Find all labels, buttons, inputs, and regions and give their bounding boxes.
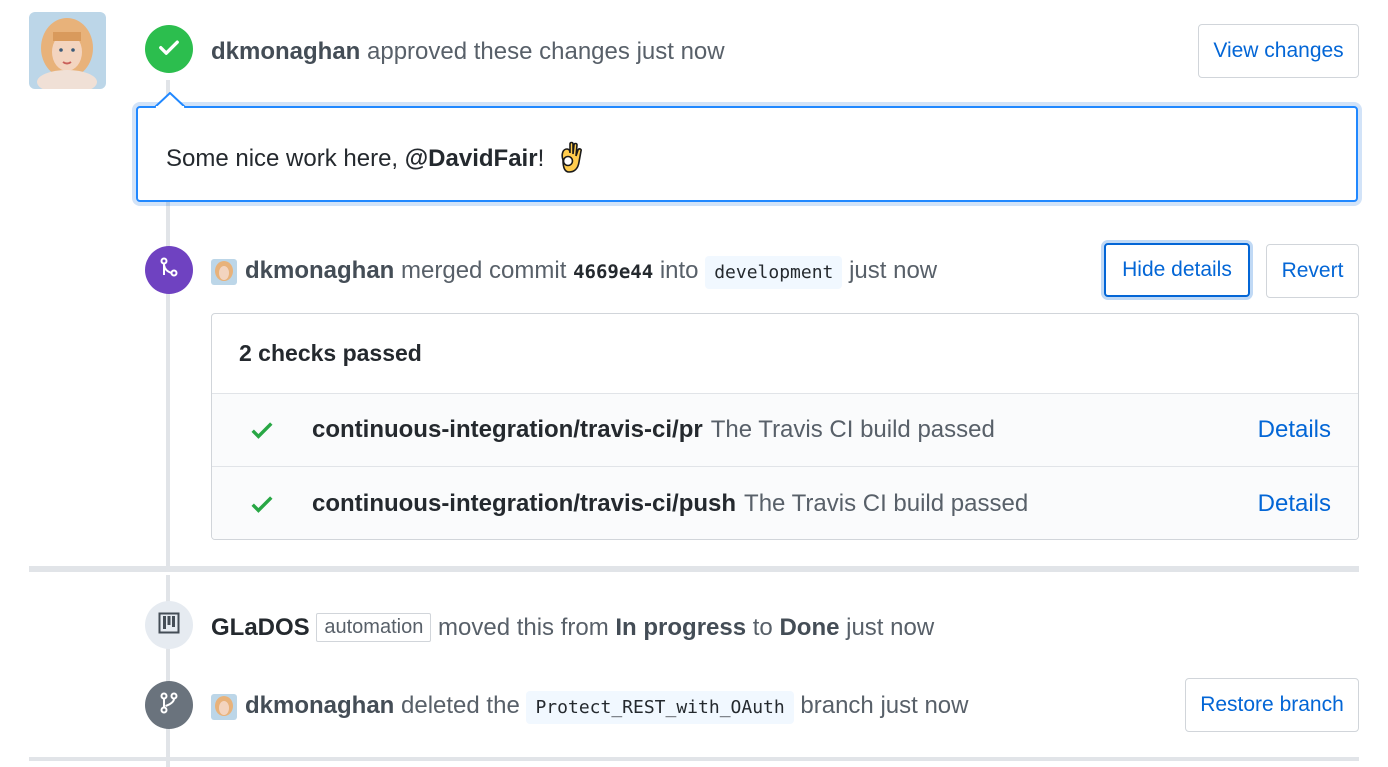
delete-suffix: branch just now xyxy=(800,692,969,719)
check-row: continuous-integration/travis-ci/pr The … xyxy=(212,394,1358,467)
hide-details-button[interactable]: Hide details xyxy=(1104,243,1250,297)
deleted-branch[interactable]: Protect_REST_with_OAuth xyxy=(526,691,794,724)
checks-header: 2 checks passed xyxy=(212,314,1358,394)
check-icon xyxy=(158,36,180,63)
avatar[interactable] xyxy=(29,12,106,89)
check-row: continuous-integration/travis-ci/push Th… xyxy=(212,467,1358,539)
avatar[interactable] xyxy=(211,694,237,720)
review-time[interactable]: just now xyxy=(637,38,725,65)
check-description: The Travis CI build passed xyxy=(710,416,995,443)
check-details-link[interactable]: Details xyxy=(1258,490,1331,518)
timeline-divider xyxy=(29,757,1359,761)
target-branch[interactable]: development xyxy=(705,256,843,289)
check-details-link[interactable]: Details xyxy=(1258,416,1331,444)
review-author[interactable]: dkmonaghan xyxy=(211,38,360,65)
check-icon xyxy=(212,420,312,440)
from-column: In progress xyxy=(615,614,747,641)
view-changes-button[interactable]: View changes xyxy=(1198,24,1359,78)
merge-action: merged commit xyxy=(401,257,567,284)
restore-branch-button[interactable]: Restore branch xyxy=(1185,678,1359,732)
merged-badge xyxy=(145,246,193,294)
ok-hand-icon xyxy=(557,140,585,181)
delete-action: deleted the xyxy=(401,692,520,719)
status-checks-panel: 2 checks passed continuous-integration/t… xyxy=(211,313,1359,540)
to-column: Done xyxy=(779,614,840,641)
merge-into: into xyxy=(659,257,699,284)
review-comment: Some nice work here, @DavidFair! xyxy=(136,106,1358,202)
comment-body: Some nice work here, @DavidFair! xyxy=(166,140,585,181)
check-context: continuous-integration/travis-ci/pr xyxy=(312,416,703,443)
project-icon xyxy=(157,611,181,640)
branch-deleted-badge xyxy=(145,681,193,729)
timeline-divider xyxy=(29,566,1359,572)
merge-time[interactable]: just now xyxy=(849,257,937,284)
comment-text-after: ! xyxy=(537,145,545,172)
git-merge-icon xyxy=(157,256,181,285)
move-text: moved this from xyxy=(438,614,609,641)
revert-button[interactable]: Revert xyxy=(1266,244,1359,298)
delete-author[interactable]: dkmonaghan xyxy=(245,692,394,719)
bot-actor[interactable]: GLaDOS xyxy=(211,614,310,641)
pr-timeline: dkmonaghan approved these changes just n… xyxy=(0,0,1388,767)
review-action: approved these changes xyxy=(367,38,630,65)
project-badge xyxy=(145,601,193,649)
merge-summary: dkmonaghan merged commit 4669e44 into de… xyxy=(211,256,937,289)
check-context: continuous-integration/travis-ci/push xyxy=(312,489,737,517)
approved-badge xyxy=(145,25,193,73)
project-move-summary: GLaDOS automation moved this from In pro… xyxy=(211,613,934,642)
avatar[interactable] xyxy=(211,259,237,285)
review-summary: dkmonaghan approved these changes just n… xyxy=(211,38,725,66)
merge-author[interactable]: dkmonaghan xyxy=(245,257,394,284)
comment-text-before: Some nice work here, xyxy=(166,145,405,172)
check-description: The Travis CI build passed xyxy=(744,489,1029,517)
automation-label: automation xyxy=(316,613,432,642)
user-mention[interactable]: @DavidFair xyxy=(405,145,538,172)
move-time[interactable]: just now xyxy=(846,614,934,641)
git-branch-icon xyxy=(157,691,181,720)
to-word: to xyxy=(752,614,773,641)
check-icon xyxy=(212,494,312,514)
commit-sha[interactable]: 4669e44 xyxy=(573,261,653,283)
branch-delete-summary: dkmonaghan deleted the Protect_REST_with… xyxy=(211,691,969,724)
